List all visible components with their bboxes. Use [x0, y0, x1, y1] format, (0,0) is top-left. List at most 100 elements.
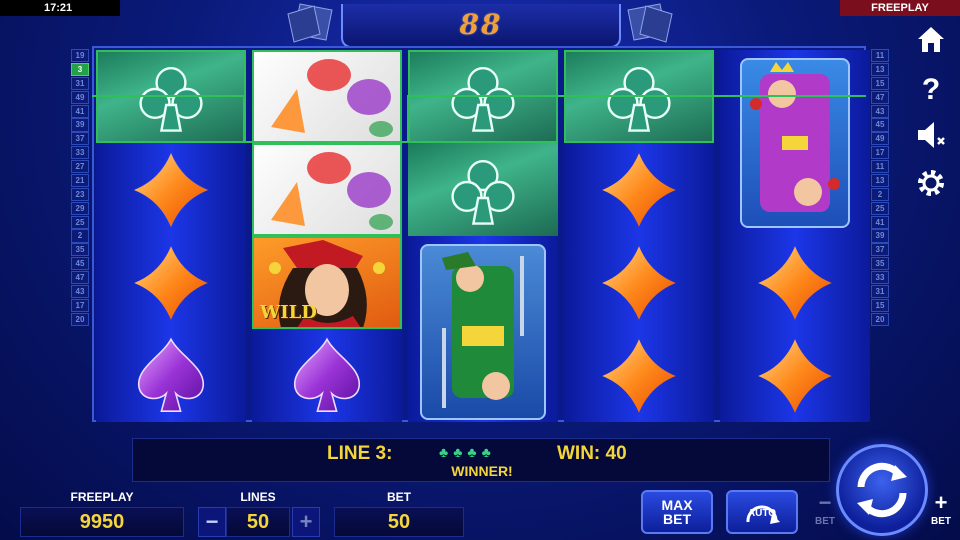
bet-plus-label: BET [931, 516, 951, 527]
spin-icon [857, 462, 907, 518]
line-number-left: 49 [71, 90, 89, 104]
spin-button[interactable] [836, 444, 928, 536]
line-number-left: 31 [71, 76, 89, 90]
line-number-left: 35 [71, 243, 89, 257]
game-screen: 17:21 FREEPLAY 88 19 3 31 49 41 39 37 33 27 21 23 2… [0, 0, 960, 540]
line-number-right: 11 [871, 160, 889, 174]
reel-5 [720, 50, 870, 422]
bet-minus-button[interactable]: − BET [812, 492, 838, 534]
line-number-right: 41 [871, 215, 889, 229]
line-number-left: 29 [71, 201, 89, 215]
sound-off-icon[interactable] [914, 118, 948, 152]
line-number-left: 23 [71, 187, 89, 201]
line-number-left: 27 [71, 160, 89, 174]
club-icon: ♣ [481, 444, 491, 460]
bet-value: 50 [334, 507, 464, 537]
line-number-right: 49 [871, 132, 889, 146]
max-bet-line1: MAX [661, 497, 693, 513]
card-deco-right [627, 3, 673, 43]
line-number-right: 13 [871, 173, 889, 188]
auto-label: AUTO [747, 508, 777, 519]
spade-symbol [252, 329, 402, 422]
line-number-right: 13 [871, 62, 889, 77]
club-symbol-winning [564, 50, 714, 143]
line-number-right: 43 [871, 104, 889, 118]
club-icon [451, 159, 515, 225]
line-number-left: 2 [71, 229, 89, 243]
bet-minus-label: BET [815, 516, 835, 527]
diamond-icon [602, 338, 676, 413]
freeplay-label: FREEPLAY [70, 490, 134, 504]
settings-icon[interactable] [914, 166, 948, 200]
joker-wild-symbol: WILD [252, 236, 402, 329]
line-number-left: 39 [71, 118, 89, 132]
bet-plus-button[interactable]: + BET [928, 492, 954, 534]
line-number-right: 2 [871, 187, 889, 201]
line-indicators-left: 19 3 31 49 41 39 37 33 27 21 23 29 25 2 35 45 47 43 17 20 [71, 49, 91, 327]
club-icon: ♣ [439, 444, 449, 460]
lines-label: LINES [240, 490, 276, 504]
line-number-right: 35 [871, 257, 889, 271]
line-number-right: 25 [871, 201, 889, 215]
line-number-right: 47 [871, 90, 889, 104]
line-number-left: 20 [71, 312, 89, 326]
club-icon: ♣ [467, 444, 477, 460]
max-bet-button[interactable]: MAX BET [641, 490, 713, 534]
diamond-icon [602, 245, 676, 320]
diamond-icon [758, 245, 832, 320]
diamond-symbol [720, 236, 870, 329]
freeplay-badge: FREEPLAY [840, 0, 960, 16]
bonus-counter: 88 [341, 4, 621, 48]
jack-symbol [408, 236, 558, 422]
win-info-bar: LINE 3: ♣ ♣ ♣ ♣ WIN: 40 WINNER! [132, 438, 830, 482]
diamond-icon [602, 152, 676, 227]
jack-card [420, 244, 546, 420]
wild-label: WILD [260, 302, 317, 323]
line-number-right: 31 [871, 284, 889, 299]
line-number-left: 45 [71, 257, 89, 271]
line-number-left: 25 [71, 215, 89, 229]
win-amount: WIN: 40 [557, 443, 627, 464]
line-number-left: 33 [71, 146, 89, 160]
reel-3 [408, 50, 558, 422]
line-number-right: 11 [871, 49, 889, 63]
diamond-icon [133, 151, 209, 228]
home-icon[interactable] [914, 22, 948, 56]
plus-icon: + [934, 490, 948, 515]
max-bet-line2: BET [663, 511, 691, 527]
club-symbol-winning [96, 50, 246, 143]
line-number-right: 37 [871, 243, 889, 257]
club-icon: ♣ [453, 444, 463, 460]
club-symbol [408, 143, 558, 236]
heart-symbol-winning [252, 143, 402, 236]
diamond-symbol [96, 143, 246, 236]
card-deco-left [287, 3, 333, 43]
club-icon [451, 66, 515, 132]
help-icon[interactable]: ? [914, 70, 948, 104]
line-number-right: 15 [871, 298, 889, 312]
jack-icon [442, 252, 524, 408]
reel-area: WILD [92, 46, 870, 422]
lines-plus-button[interactable]: + [292, 507, 320, 537]
line-number-left: 19 [71, 49, 89, 63]
spade-icon [294, 337, 360, 412]
spade-symbol [96, 329, 246, 422]
diamond-symbol [96, 236, 246, 329]
diamond-symbol [564, 236, 714, 329]
club-icon [139, 66, 203, 132]
line-number-left: 17 [71, 298, 89, 312]
line-number-right: 17 [871, 146, 889, 160]
queen-symbol [720, 50, 870, 236]
club-symbol-winning [408, 50, 558, 143]
auto-button[interactable]: AUTO [726, 490, 798, 534]
queen-icon [750, 62, 840, 212]
line-indicators-right: 11 13 15 47 43 45 49 17 11 13 2 25 41 39 37 35 33 31 15 20 [871, 49, 891, 327]
diamond-symbol [720, 329, 870, 422]
heart-icon [271, 58, 393, 137]
svg-text:?: ? [922, 73, 940, 104]
queen-card [740, 58, 850, 228]
clock: 17:21 [0, 0, 120, 16]
reel-1 [96, 50, 246, 422]
line-number-right: 33 [871, 271, 889, 285]
lines-minus-button[interactable]: − [198, 507, 226, 537]
